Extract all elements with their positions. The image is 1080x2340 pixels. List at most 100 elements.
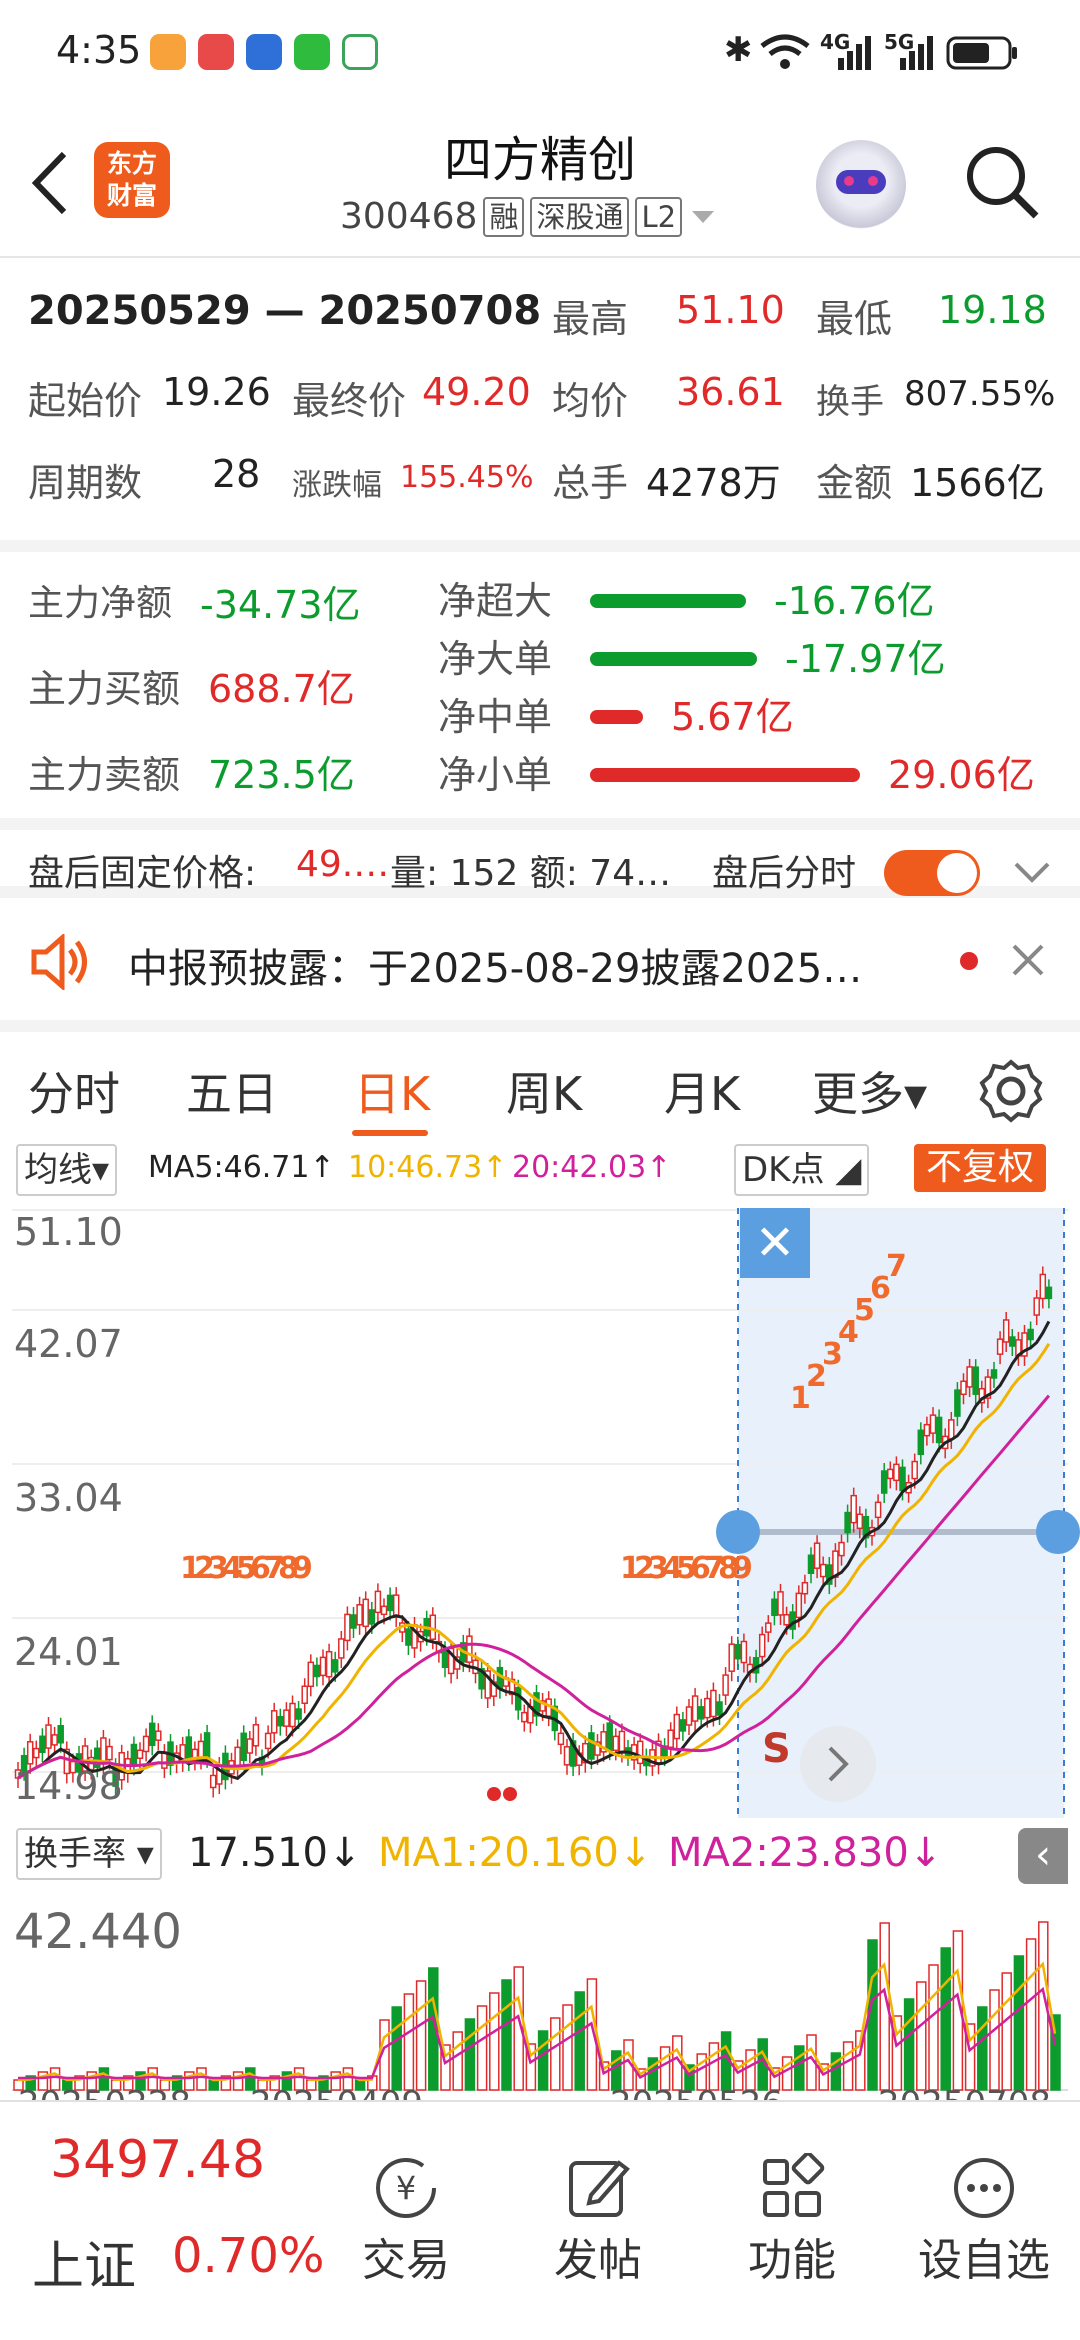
close-icon[interactable] <box>1010 942 1046 978</box>
robot-assistant-icon[interactable] <box>816 140 906 230</box>
candle <box>33 1747 40 1759</box>
flow-bar-3 <box>590 768 860 782</box>
candle <box>758 1633 766 1658</box>
drag-handle <box>1036 1510 1080 1554</box>
next-button <box>800 1726 876 1802</box>
start-label: 起始价 <box>28 379 143 423</box>
candle <box>929 1414 937 1434</box>
candle <box>893 1463 900 1482</box>
indicator-select[interactable]: 换手率 ▾ <box>16 1828 162 1880</box>
candle <box>972 1366 979 1395</box>
event-dot <box>503 1787 517 1801</box>
dk-point-select[interactable]: DK点 ◢ <box>734 1144 870 1196</box>
candle <box>203 1732 211 1759</box>
ma10-value: 10:46.73↑ <box>348 1150 508 1185</box>
yen-coin-icon: ¥ <box>376 2158 436 2218</box>
ma5-value: MA5:46.71↑ <box>148 1150 335 1185</box>
tab-weekly-k[interactable]: 周K <box>506 1058 582 1124</box>
turnover-bar <box>562 2004 573 2091</box>
post-button[interactable]: 发帖 <box>518 2152 678 2288</box>
main-sell-value: 723.5亿 <box>208 753 355 797</box>
candle <box>106 1745 113 1761</box>
candle <box>728 1643 735 1672</box>
tab-daily-k[interactable]: 日K <box>354 1058 430 1124</box>
candle <box>295 1708 302 1720</box>
ma-header: 均线▾ MA5:46.71↑ 10:46.73↑ 20:42.03↑ DK点 ◢… <box>0 1140 1080 1198</box>
candle <box>307 1661 315 1688</box>
main-buy-value: 688.7亿 <box>208 667 355 711</box>
turnover-bar <box>1050 2014 1061 2091</box>
tab-more[interactable]: 更多▾ <box>812 1058 927 1124</box>
candle <box>405 1628 412 1646</box>
candle <box>331 1659 339 1673</box>
kline-chart[interactable]: 123456789 1234567891234567 <box>0 1198 1080 1818</box>
candle <box>319 1656 327 1677</box>
candle <box>923 1423 931 1437</box>
turnover-bar <box>196 2067 207 2091</box>
turnover-bar <box>415 1980 427 2091</box>
turnover-bar <box>708 2042 720 2091</box>
disclosure-notice[interactable]: 中报预披露：于2025-08-29披露2025… <box>0 900 1080 1020</box>
date-range: 20250529 — 20250708 <box>28 288 542 334</box>
candle <box>819 1563 827 1578</box>
app-notification-icon <box>246 34 282 70</box>
candle <box>289 1702 296 1728</box>
chevron-down-icon <box>692 210 715 223</box>
flow-label-3: 净小单 <box>438 753 553 797</box>
candle <box>264 1732 272 1750</box>
gear-icon[interactable] <box>978 1058 1044 1124</box>
price-label-1: 42.07 <box>14 1322 123 1366</box>
status-time: 4:35 <box>56 28 142 72</box>
candle <box>277 1715 284 1727</box>
close-selection-button[interactable]: ✕ <box>740 1208 810 1278</box>
low-label: 最低 <box>816 297 893 341</box>
more-dots-icon <box>954 2158 1014 2218</box>
collapse-panel-button[interactable]: ‹ <box>1018 1828 1068 1884</box>
features-button[interactable]: 功能 <box>712 2152 872 2288</box>
candle <box>740 1640 748 1664</box>
candle <box>966 1366 973 1388</box>
tab-five-day[interactable]: 五日 <box>186 1058 278 1124</box>
candle <box>252 1724 260 1747</box>
candle <box>710 1689 717 1718</box>
chevron-down-icon[interactable] <box>1012 858 1052 888</box>
tab-monthly-k[interactable]: 月K <box>664 1058 740 1124</box>
stock-code-row[interactable]: 300468 融 深股通 L2 <box>340 196 718 237</box>
tab-timeshare[interactable]: 分时 <box>28 1058 120 1124</box>
candle <box>716 1701 723 1716</box>
active-tab-underline <box>352 1130 428 1136</box>
candle <box>142 1735 150 1753</box>
add-watchlist-button[interactable]: 设自选 <box>904 2152 1064 2288</box>
after-hours-bar: 盘后固定价格: 49.… 量: 152 额: 74… 盘后分时 <box>0 818 1080 898</box>
after-hours-toggle[interactable] <box>884 850 980 896</box>
dk-mark: 9 <box>732 1551 753 1586</box>
candle <box>697 1706 705 1720</box>
candle <box>57 1725 64 1744</box>
trade-button[interactable]: ¥ 交易 <box>326 2152 486 2288</box>
turnover-label: 换手 <box>816 382 884 422</box>
margin-tag: 融 <box>483 196 525 237</box>
candle <box>801 1581 809 1595</box>
candle <box>148 1722 156 1747</box>
turnover-bar <box>916 1981 927 2091</box>
turnover-bar <box>794 2045 805 2091</box>
stock-code: 300468 <box>340 196 478 237</box>
candle <box>838 1541 845 1557</box>
periods-label: 周期数 <box>28 461 143 505</box>
fixed-price-label: 盘后固定价格: <box>28 853 257 894</box>
candle <box>996 1338 1004 1355</box>
change-label: 涨跌幅 <box>292 468 382 503</box>
candle <box>313 1664 321 1678</box>
search-icon[interactable] <box>962 142 1042 222</box>
candle <box>588 1732 595 1760</box>
shenzhen-connect-tag: 深股通 <box>530 196 630 237</box>
index-value: 3497.48 <box>50 2130 266 2190</box>
no-adjust-button[interactable]: 不复权 <box>914 1144 1047 1192</box>
ma-select[interactable]: 均线▾ <box>16 1144 118 1196</box>
candle <box>777 1591 784 1616</box>
drag-handle <box>716 1510 760 1554</box>
candle <box>368 1609 376 1625</box>
dk-mark: 7 <box>886 1249 907 1284</box>
signal-5g-icon <box>900 36 933 70</box>
flow-label-1: 净大单 <box>438 637 553 681</box>
